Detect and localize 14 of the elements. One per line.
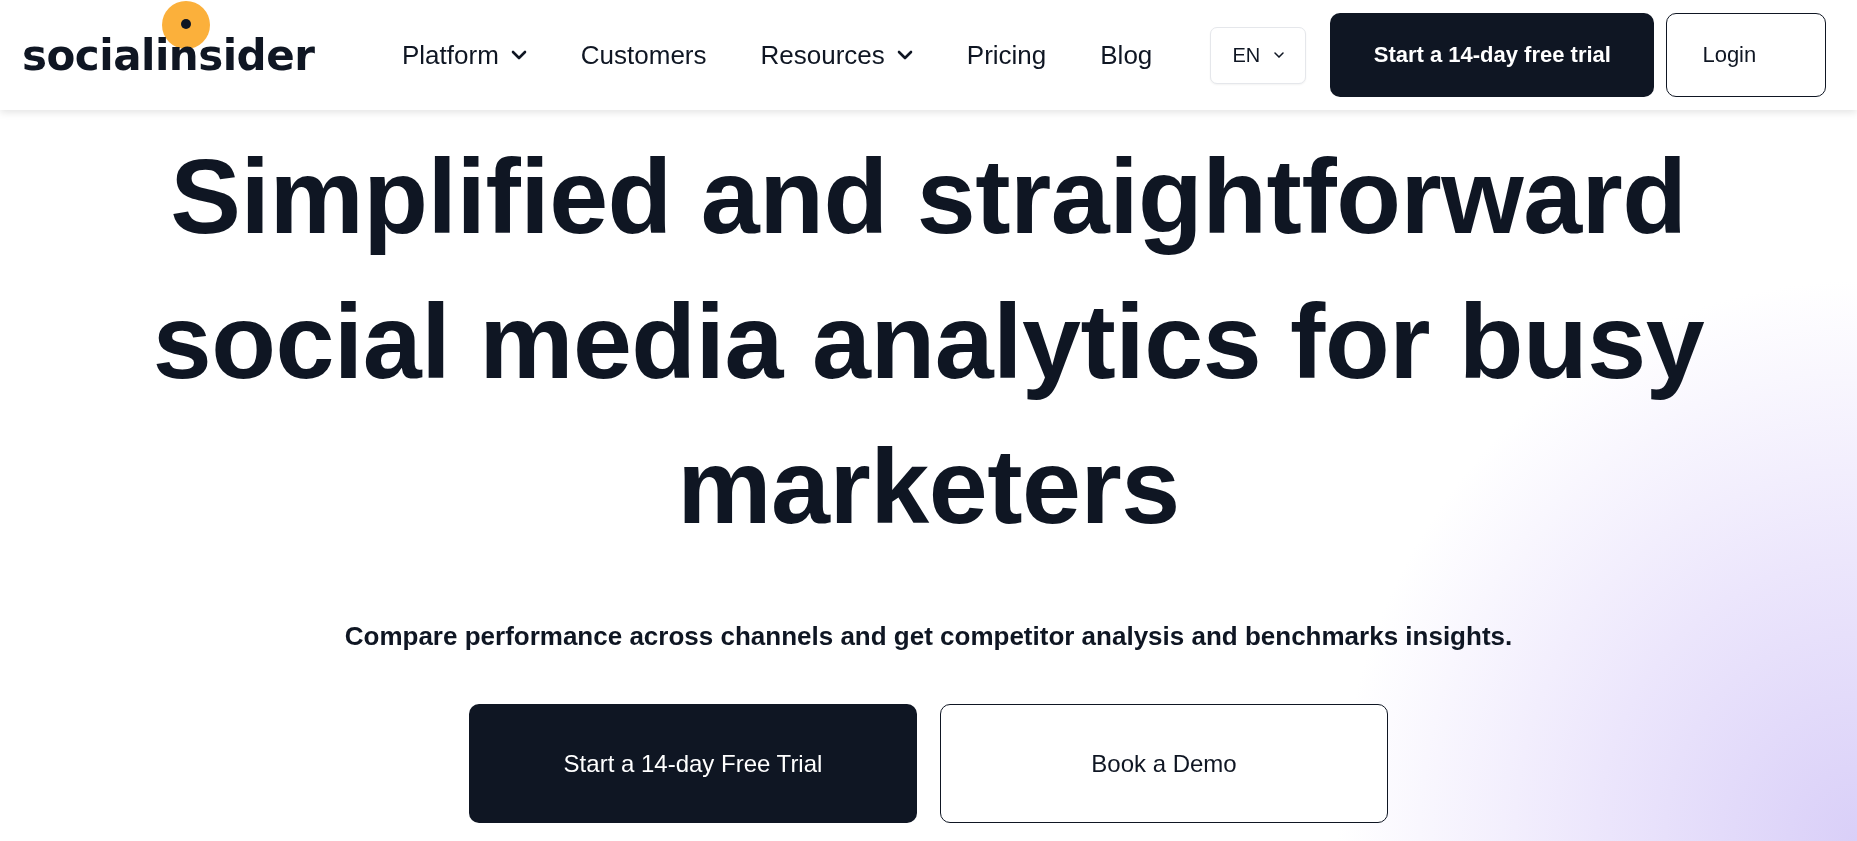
nav-link[interactable]: Blog: [1100, 39, 1153, 71]
nav-link[interactable]: Platform: [402, 39, 527, 71]
free-trial-button[interactable]: Start a 14-day Free Trial: [469, 704, 917, 823]
nav-link[interactable]: Pricing: [966, 39, 1047, 71]
nav-link[interactable]: Customers: [580, 39, 707, 71]
demo-button[interactable]: Book a Demo: [940, 704, 1388, 823]
chevron-down-icon: [1274, 52, 1285, 58]
headline: Simplified and straightforward social media analytics for busy marketers: [151, 136, 1706, 547]
language-select[interactable]: EN: [1210, 26, 1307, 84]
logo[interactable]: socialinsider: [22, 30, 315, 80]
subtitle: Compare performance across channels and get competitor analysis and benchmarks insights.: [344, 621, 1513, 652]
login-button[interactable]: Login: [1666, 13, 1827, 97]
free-trial-button[interactable]: Start a 14-day free trial: [1330, 13, 1655, 97]
nav-link[interactable]: Resources: [760, 39, 913, 71]
